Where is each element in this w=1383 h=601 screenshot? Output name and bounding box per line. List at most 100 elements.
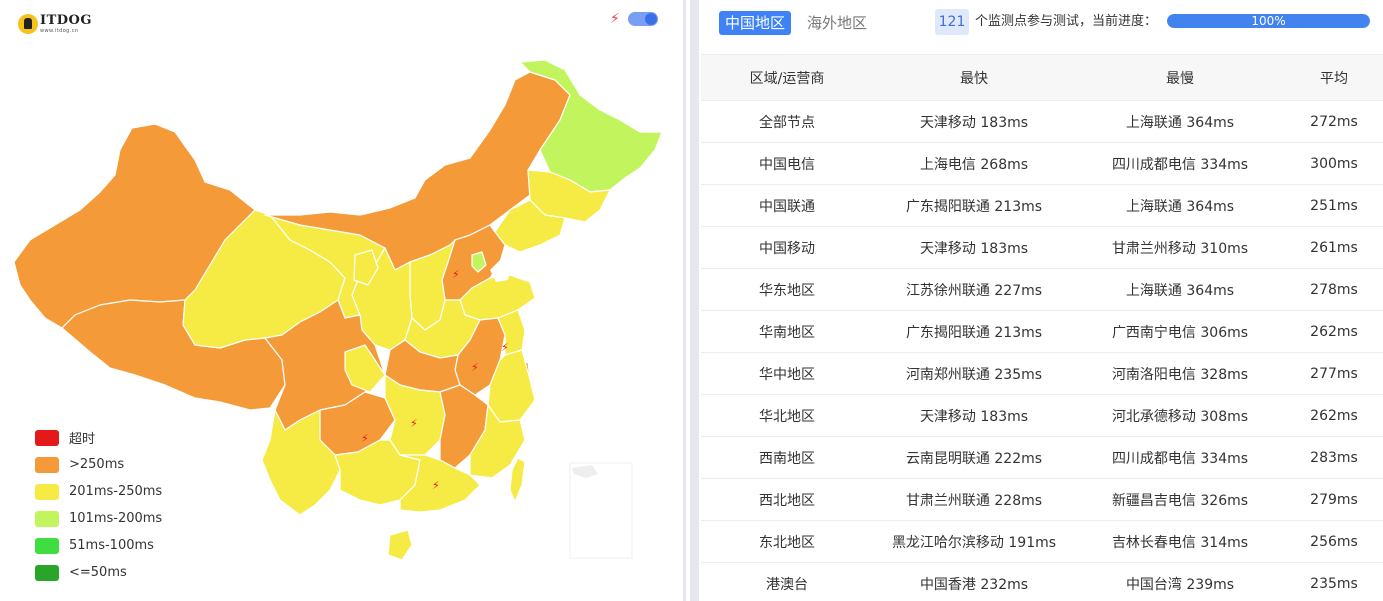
cell-region: 华中地区 bbox=[701, 352, 873, 395]
legend-swatch bbox=[35, 537, 59, 554]
cell-slowest: 河北承德移动 308ms bbox=[1075, 394, 1285, 437]
cell-average: 262ms bbox=[1285, 394, 1383, 437]
legend-label: 101ms-200ms bbox=[69, 511, 163, 526]
cell-average: 272ms bbox=[1285, 100, 1383, 143]
node-count: 121 bbox=[935, 9, 969, 35]
cell-region: 华东地区 bbox=[701, 268, 873, 311]
table-row: 华中地区 河南郑州联通 235ms 河南洛阳电信 328ms 277ms bbox=[701, 352, 1383, 395]
cell-slowest: 广西南宁电信 306ms bbox=[1075, 310, 1285, 353]
cell-average: 261ms bbox=[1285, 226, 1383, 269]
cell-fastest: 江苏徐州联通 227ms bbox=[873, 268, 1075, 311]
cell-slowest: 上海联通 364ms bbox=[1075, 100, 1285, 143]
cell-fastest: 黑龙江哈尔滨移动 191ms bbox=[873, 520, 1075, 563]
legend-label: 201ms-250ms bbox=[69, 484, 163, 499]
lightning-icon: ⚡ bbox=[432, 479, 440, 492]
legend-label: 超时 bbox=[69, 432, 96, 447]
cell-region: 华南地区 bbox=[701, 310, 873, 353]
lightning-icon: ⚡ bbox=[471, 361, 479, 374]
lightning-icon: ⚡ bbox=[361, 432, 369, 445]
progress-bar: 100% bbox=[1167, 14, 1370, 28]
legend-label: >250ms bbox=[69, 457, 125, 472]
cell-average: 283ms bbox=[1285, 436, 1383, 479]
cell-average: 300ms bbox=[1285, 142, 1383, 185]
results-panel: 中国地区 海外地区 121 个监测点参与测试，当前进度： 100% 区域/运营商… bbox=[701, 0, 1383, 601]
table-row: 华东地区 江苏徐州联通 227ms 上海联通 364ms 278ms bbox=[701, 268, 1383, 311]
cell-fastest: 广东揭阳联通 213ms bbox=[873, 310, 1075, 353]
map-region-hainan[interactable] bbox=[387, 529, 413, 561]
table-row: 东北地区 黑龙江哈尔滨移动 191ms 吉林长春电信 314ms 256ms bbox=[701, 520, 1383, 563]
cell-slowest: 四川成都电信 334ms bbox=[1075, 436, 1285, 479]
table-row: 华北地区 天津移动 183ms 河北承德移动 308ms 262ms bbox=[701, 394, 1383, 437]
legend-swatch bbox=[35, 564, 59, 581]
legend-item[interactable]: 101ms-200ms bbox=[35, 505, 162, 532]
cell-average: 235ms bbox=[1285, 562, 1383, 601]
legend-item[interactable]: 超时 bbox=[35, 424, 162, 451]
legend-item[interactable]: 201ms-250ms bbox=[35, 478, 162, 505]
lightning-icon: ⚡ bbox=[410, 417, 418, 430]
cell-slowest: 新疆昌吉电信 326ms bbox=[1075, 478, 1285, 521]
legend-swatch bbox=[35, 483, 59, 500]
lightning-icon: ⚡ bbox=[501, 341, 509, 354]
cell-average: 256ms bbox=[1285, 520, 1383, 563]
legend-label: <=50ms bbox=[69, 565, 127, 580]
legend-item[interactable]: >250ms bbox=[35, 451, 162, 478]
cell-fastest: 天津移动 183ms bbox=[873, 226, 1075, 269]
cell-fastest: 天津移动 183ms bbox=[873, 100, 1075, 143]
map-legend: 超时 >250ms 201ms-250ms 101ms-200ms 51ms-100ms… bbox=[35, 424, 162, 586]
cell-average: 251ms bbox=[1285, 184, 1383, 227]
column-header-average: 平均 bbox=[1285, 54, 1383, 101]
cell-region: 中国移动 bbox=[701, 226, 873, 269]
cell-slowest: 中国台湾 239ms bbox=[1075, 562, 1285, 601]
cell-fastest: 广东揭阳联通 213ms bbox=[873, 184, 1075, 227]
legend-swatch bbox=[35, 510, 59, 527]
column-header-fastest: 最快 bbox=[873, 54, 1075, 101]
cell-region: 华北地区 bbox=[701, 394, 873, 437]
column-header-region: 区域/运营商 bbox=[701, 54, 873, 101]
cell-fastest: 上海电信 268ms bbox=[873, 142, 1075, 185]
table-row: 中国电信 上海电信 268ms 四川成都电信 334ms 300ms bbox=[701, 142, 1383, 185]
lightning-icon: ⚡ bbox=[452, 268, 460, 281]
panel-divider[interactable] bbox=[683, 0, 699, 601]
cell-average: 278ms bbox=[1285, 268, 1383, 311]
results-table: 区域/运营商 最快 最慢 平均 全部节点 天津移动 183ms 上海联通 364ms… bbox=[701, 54, 1383, 601]
table-row: 中国联通 广东揭阳联通 213ms 上海联通 364ms 251ms bbox=[701, 184, 1383, 227]
map-panel: ITDOG www.itdog.cn ⚡ ⚡ ⚡ ⚡ ⚡ ⚡ ⚡ 超时 >250… bbox=[0, 0, 683, 601]
progress-label: 个监测点参与测试，当前进度： bbox=[975, 14, 1158, 29]
table-row: 全部节点 天津移动 183ms 上海联通 364ms 272ms bbox=[701, 100, 1383, 143]
table-row: 中国移动 天津移动 183ms 甘肃兰州移动 310ms 261ms bbox=[701, 226, 1383, 269]
results-header: 中国地区 海外地区 121 个监测点参与测试，当前进度： 100% bbox=[701, 0, 1383, 54]
cell-slowest: 上海联通 364ms bbox=[1075, 268, 1285, 311]
cell-average: 262ms bbox=[1285, 310, 1383, 353]
cell-average: 279ms bbox=[1285, 478, 1383, 521]
cell-slowest: 四川成都电信 334ms bbox=[1075, 142, 1285, 185]
cell-average: 277ms bbox=[1285, 352, 1383, 395]
legend-swatch bbox=[35, 456, 59, 473]
cell-fastest: 河南郑州联通 235ms bbox=[873, 352, 1075, 395]
map-region-taiwan[interactable] bbox=[509, 457, 526, 503]
cell-region: 全部节点 bbox=[701, 100, 873, 143]
legend-swatch bbox=[35, 429, 59, 446]
table-row: 西北地区 甘肃兰州联通 228ms 新疆昌吉电信 326ms 279ms bbox=[701, 478, 1383, 521]
legend-label: 51ms-100ms bbox=[69, 538, 154, 553]
cell-slowest: 河南洛阳电信 328ms bbox=[1075, 352, 1285, 395]
cell-slowest: 甘肃兰州移动 310ms bbox=[1075, 226, 1285, 269]
tab-domestic[interactable]: 中国地区 bbox=[719, 11, 792, 35]
table-row: 港澳台 中国香港 232ms 中国台湾 239ms 235ms bbox=[701, 562, 1383, 601]
cell-fastest: 云南昆明联通 222ms bbox=[873, 436, 1075, 479]
tab-overseas[interactable]: 海外地区 bbox=[801, 11, 873, 35]
cell-slowest: 上海联通 364ms bbox=[1075, 184, 1285, 227]
table-header-row: 区域/运营商 最快 最慢 平均 bbox=[701, 54, 1383, 101]
cell-slowest: 吉林长春电信 314ms bbox=[1075, 520, 1285, 563]
cell-fastest: 天津移动 183ms bbox=[873, 394, 1075, 437]
table-row: 西南地区 云南昆明联通 222ms 四川成都电信 334ms 283ms bbox=[701, 436, 1383, 479]
cell-fastest: 甘肃兰州联通 228ms bbox=[873, 478, 1075, 521]
column-header-slowest: 最慢 bbox=[1075, 54, 1285, 101]
legend-item[interactable]: <=50ms bbox=[35, 559, 162, 586]
cell-region: 东北地区 bbox=[701, 520, 873, 563]
cell-fastest: 中国香港 232ms bbox=[873, 562, 1075, 601]
cell-region: 西北地区 bbox=[701, 478, 873, 521]
cell-region: 西南地区 bbox=[701, 436, 873, 479]
progress-text: 100% bbox=[1251, 14, 1286, 28]
cell-region: 中国联通 bbox=[701, 184, 873, 227]
legend-item[interactable]: 51ms-100ms bbox=[35, 532, 162, 559]
